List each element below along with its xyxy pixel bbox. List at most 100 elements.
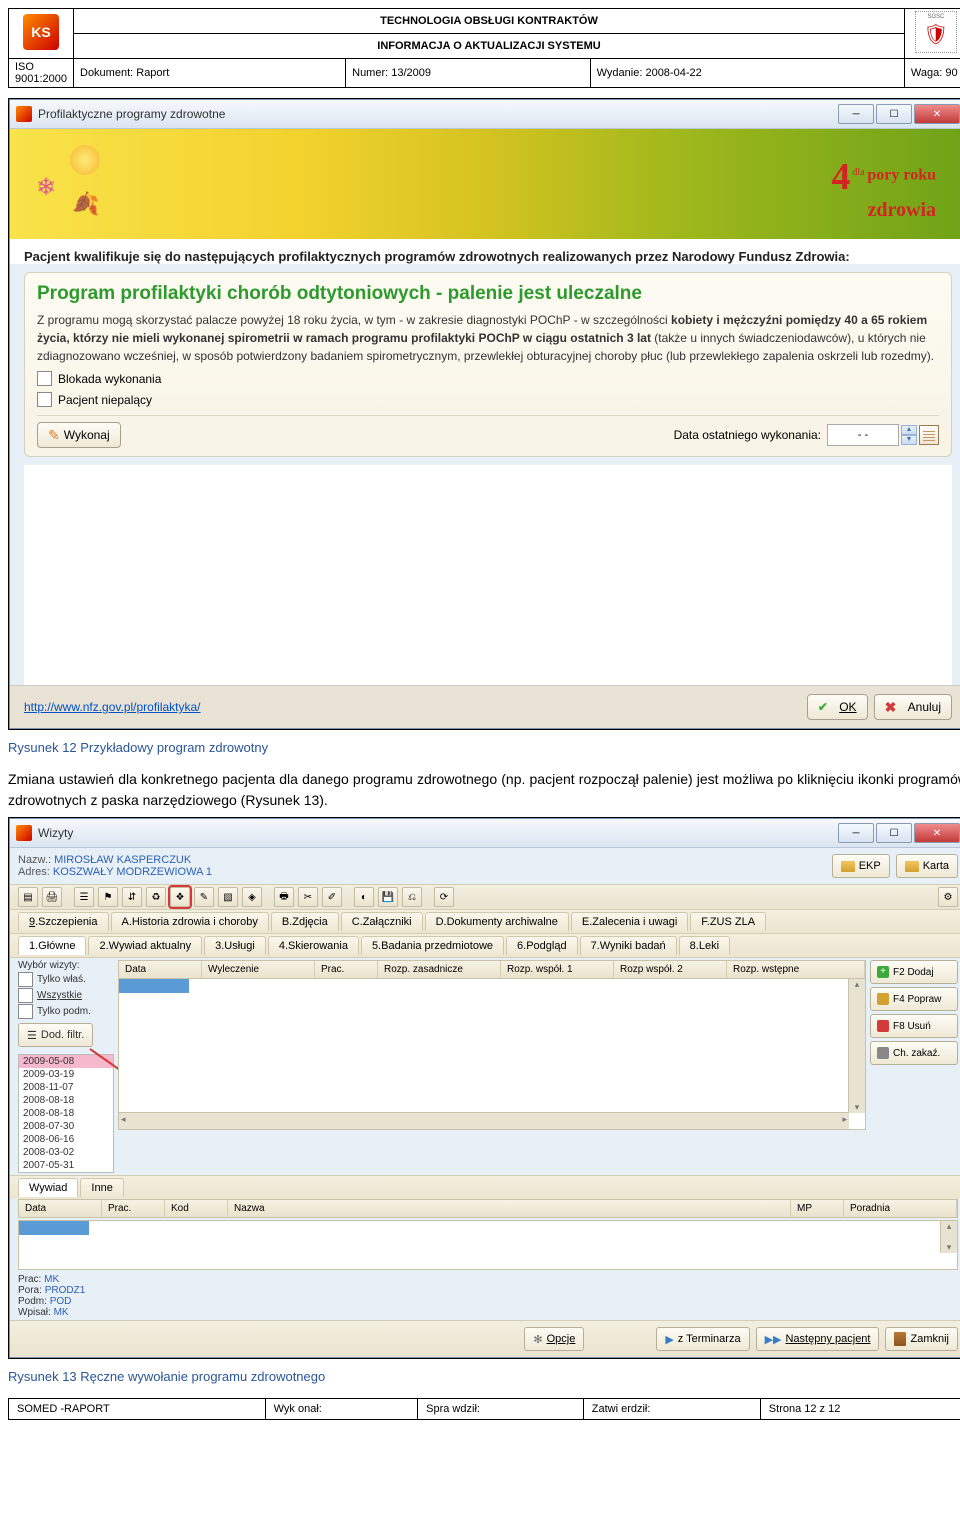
folder-icon [841,861,855,872]
tab-badania[interactable]: 5.Badania przedmiotowe [361,936,504,955]
tab-uslugi[interactable]: 3.Usługi [204,936,266,955]
ftr-wyk: Wyk onał: [265,1399,418,1420]
anuluj-button[interactable]: ✖ Anuluj [874,694,952,720]
toolbar: ▤ 🖨 ☰ ⚑ ⇵ ♻ ❖ ✎ ▧ ◈ 🖶 ✂ ✐ ◐ 💾 ⎌ ⟳ [10,884,960,910]
app-icon [16,106,32,122]
maximize-button[interactable]: ☐ [876,823,912,843]
minimize-button[interactable]: ─ [838,823,874,843]
empty-area [24,465,952,685]
f2-dodaj-button[interactable]: +F2 Dodaj [870,960,958,984]
tab-wywiad2[interactable]: Wywiad [18,1178,78,1197]
hdr-title1: TECHNOLOGIA OBSŁUGI KONTRAKTÓW [74,9,905,34]
hdr-doc: Dokument: Raport [74,59,346,88]
ftr-zatwi: Zatwi erdził: [583,1399,760,1420]
checkbox-niepalacy[interactable] [37,392,52,407]
checkbox-blokada[interactable] [37,371,52,386]
play-icon: ▶ [665,1333,673,1346]
karta-button[interactable]: Karta [896,854,958,878]
tab-wyniki[interactable]: 7.Wyniki badań [580,936,677,955]
window-titlebar-wizyty[interactable]: Wizyty ─ ☐ ✕ [10,819,960,848]
tb-icon-6[interactable]: ♻ [146,887,166,907]
tb-icon-17[interactable]: ⟳ [434,887,454,907]
tb-icon-3[interactable]: ☰ [74,887,94,907]
program-title: Program profilaktyki chorób odtytoniowyc… [37,283,939,305]
scrollbar-h[interactable] [119,1112,849,1129]
chk-wszystkie[interactable] [18,988,33,1003]
bottom-grid-cols: Data Prac. Kod Nazwa MP Poradnia [18,1199,958,1218]
tab-zalecenia[interactable]: E.Zalecenia i uwagi [571,912,688,931]
tab-zalaczniki[interactable]: C.Załączniki [341,912,423,931]
wand-icon: ✎ [48,427,60,444]
tb-icon-15[interactable]: 💾 [378,887,398,907]
z-terminarza-button[interactable]: ▶ z Terminarza [656,1327,749,1351]
tb-icon-12[interactable]: ✂ [298,887,318,907]
bottom-grid[interactable] [18,1220,958,1270]
tb-icon-10[interactable]: ◈ [242,887,262,907]
tb-icon-settings[interactable]: ⚙ [938,887,958,907]
tb-icon-1[interactable]: ▤ [18,887,38,907]
zamknij-button[interactable]: Zamknij [885,1327,958,1351]
f8-usun-button[interactable]: F8 Usuń [870,1014,958,1038]
program-box: Program profilaktyki chorób odtytoniowyc… [24,272,952,457]
tab-glowne[interactable]: 1.Główne [18,936,86,955]
ok-button[interactable]: ✔ OK [807,694,868,720]
dod-filtr-button[interactable]: ☰ Dod. filtr. [18,1023,93,1047]
calendar-icon[interactable] [919,425,939,445]
close-button[interactable]: ✕ [914,823,960,843]
chk-tylko-podm[interactable] [18,1004,33,1019]
tb-icon-8[interactable]: ✎ [194,887,214,907]
tb-icon-11[interactable]: 🖶 [274,887,294,907]
window-title: Profilaktyczne programy zdrowotne [38,107,838,121]
tab-podglad[interactable]: 6.Podgląd [506,936,578,955]
tb-icon-5[interactable]: ⇵ [122,887,142,907]
tab-inne[interactable]: Inne [80,1178,123,1197]
nfz-link[interactable]: http://www.nfz.gov.pl/profilaktyka/ [24,700,201,714]
window-titlebar[interactable]: Profilaktyczne programy zdrowotne ─ ☐ ✕ [10,100,960,129]
tab-zdjecia[interactable]: B.Zdjęcia [271,912,339,931]
body-paragraph: Zmiana ustawień dla konkretnego pacjenta… [8,769,960,811]
close-button[interactable]: ✕ [914,104,960,124]
ch-zakaz-button[interactable]: Ch. zakaź. [870,1041,958,1065]
tab-wywiad[interactable]: 2.Wywiad aktualny [88,936,202,955]
minimize-button[interactable]: ─ [838,104,874,124]
nastepny-pacjent-button[interactable]: ▶▶ Następny pacjent [756,1327,880,1351]
hdr-wyd: Wydanie: 2008-04-22 [590,59,904,88]
folder-icon [905,861,919,872]
ekp-button[interactable]: EKP [832,854,890,878]
tab-skierowania[interactable]: 4.Skierowania [268,936,359,955]
date-spinner[interactable]: ▲▼ [901,425,917,445]
date-last-field[interactable]: - - [827,424,899,446]
play-icon: ▶▶ [765,1333,782,1346]
ftr-strona: Strona 12 z 12 [760,1399,960,1420]
wykonaj-button[interactable]: ✎Wykonaj [37,422,121,448]
tb-icon-4[interactable]: ⚑ [98,887,118,907]
tb-icon-programy-zdrowotne[interactable]: ❖ [170,887,190,907]
hdr-iso: ISO 9001:2000 [9,59,74,88]
tab-dokumenty[interactable]: D.Dokumenty archiwalne [425,912,569,931]
scrollbar-v[interactable] [940,1221,957,1253]
opcje-button[interactable]: ✻ Opcje [524,1327,584,1351]
tab-szczepienia[interactable]: 99.Szczepienia.Szczepienia [18,912,109,931]
tab-historia[interactable]: A.Historia zdrowia i choroby [111,912,269,931]
tab-zus[interactable]: F.ZUS ZLA [690,912,766,931]
scrollbar-v[interactable] [848,979,865,1113]
maximize-button[interactable]: ☐ [876,104,912,124]
patient-info: Nazw.: MIROSŁAW KASPERCZUK Adres: KOSZWA… [18,854,212,878]
grid-body[interactable] [118,979,866,1130]
app-icon [16,825,32,841]
tb-icon-16[interactable]: ⎌ [402,887,422,907]
visit-date-list[interactable]: 2009-05-08 2009-03-19 2008-11-07 2008-08… [18,1054,114,1173]
tb-icon-9[interactable]: ▧ [218,887,238,907]
tabs-upper: 99.Szczepienia.Szczepienia A.Historia zd… [10,910,960,934]
screenshot-wizyty: Wizyty ─ ☐ ✕ Nazw.: MIROSŁAW KASPERCZUK … [8,817,960,1359]
tb-icon-13[interactable]: ✐ [322,887,342,907]
x-icon: ✖ [885,699,897,716]
f4-popraw-button[interactable]: F4 Popraw [870,987,958,1011]
chk-tylko-wlas[interactable] [18,972,33,987]
left-panel: Wybór wizyty: Tylko właś. Wszystkie Tylk… [18,960,114,1173]
tb-icon-14[interactable]: ◐ [354,887,374,907]
tb-icon-2[interactable]: 🖨 [42,887,62,907]
tab-leki[interactable]: 8.Leki [679,936,730,955]
snowflake-icon: ❄ [36,173,64,201]
plus-icon: + [877,966,889,978]
